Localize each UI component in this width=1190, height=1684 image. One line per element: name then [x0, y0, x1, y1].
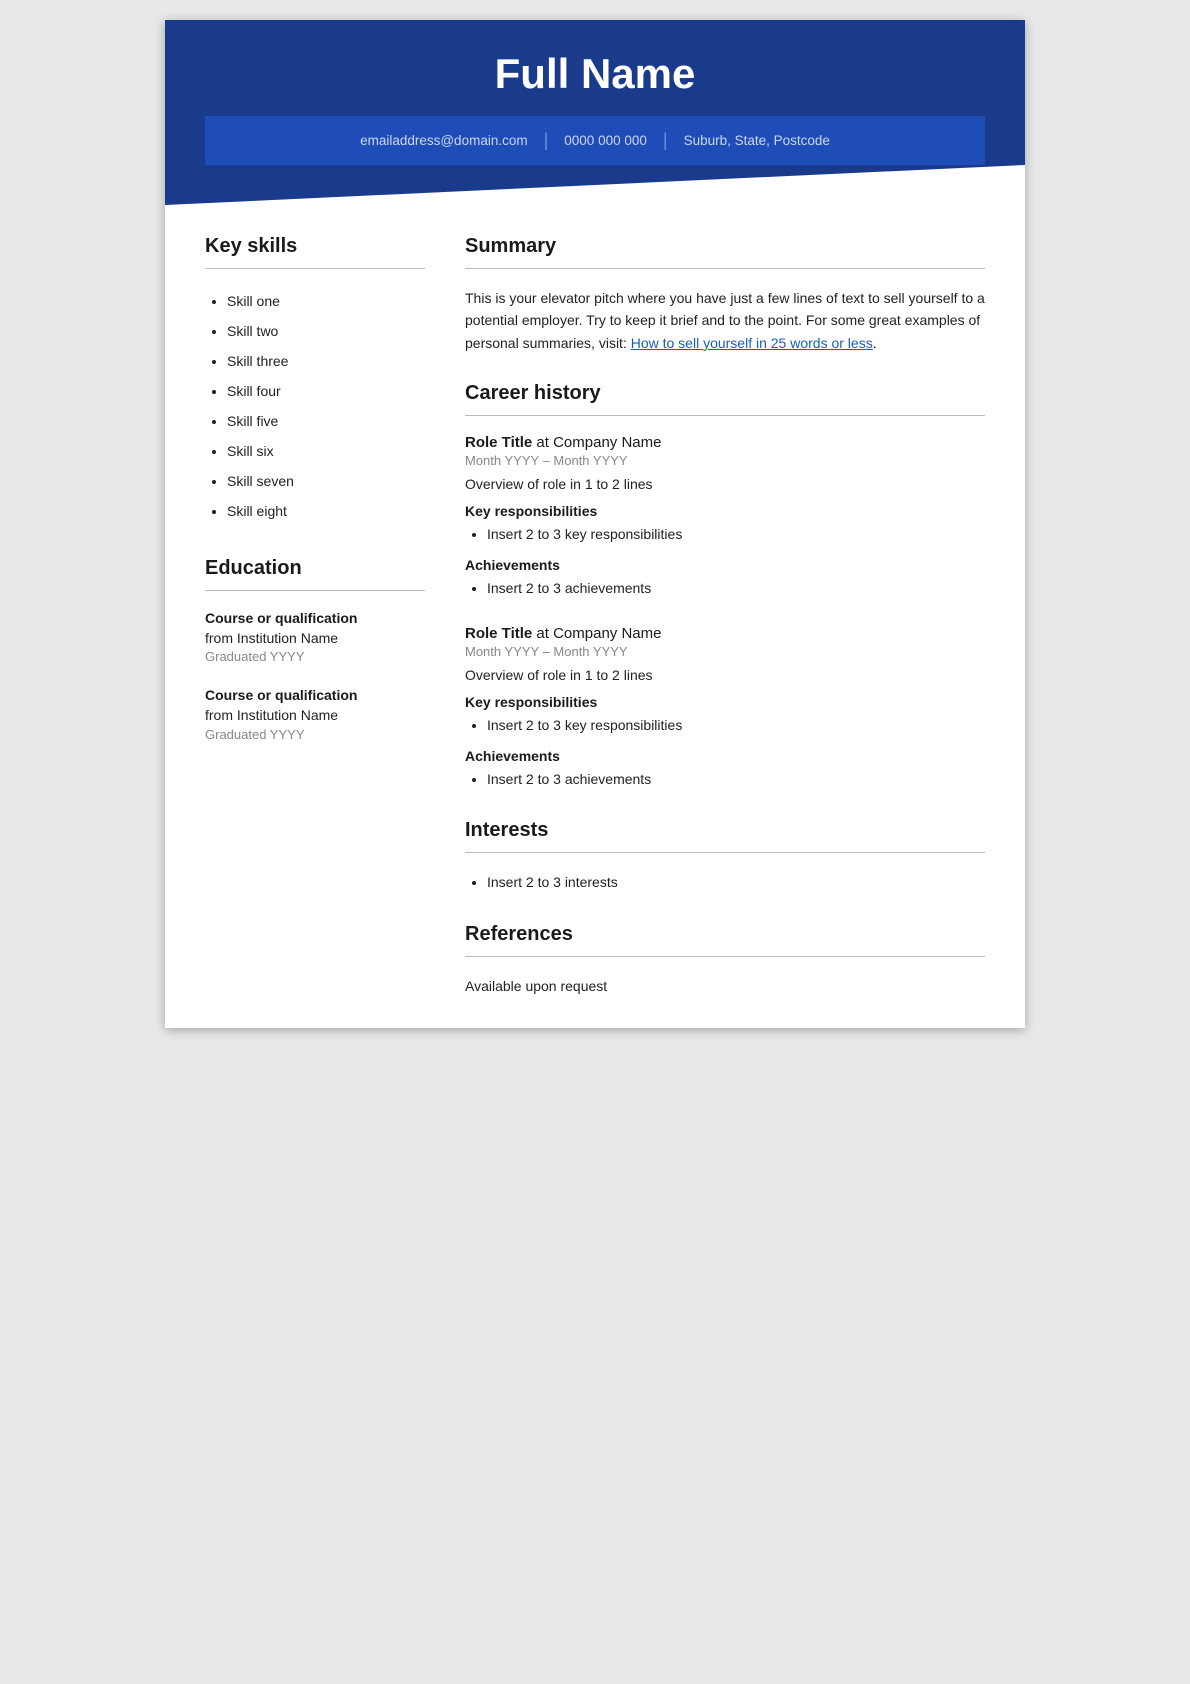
job-overview-2: Overview of role in 1 to 2 lines: [465, 665, 985, 686]
list-item: Skill two: [227, 317, 425, 345]
email: emailaddress@domain.com: [360, 133, 528, 148]
interests-list: Insert 2 to 3 interests: [465, 871, 985, 895]
list-item: Insert 2 to 3 interests: [487, 871, 985, 895]
references-text: Available upon request: [465, 975, 985, 997]
education-section: Education Course or qualification from I…: [205, 557, 425, 744]
edu-institution-2: from Institution Name: [205, 706, 425, 726]
summary-divider: [465, 268, 985, 269]
edu-institution-1: from Institution Name: [205, 629, 425, 649]
career-title: Career history: [465, 382, 985, 405]
skills-list: Skill one Skill two Skill three Skill fo…: [205, 287, 425, 525]
list-item: Insert 2 to 3 achievements: [487, 577, 985, 601]
job-achievements-list-1: Insert 2 to 3 achievements: [465, 577, 985, 601]
list-item: Skill four: [227, 377, 425, 405]
phone: 0000 000 000: [564, 133, 647, 148]
separator-2: |: [663, 130, 668, 151]
header-diagonal: [165, 165, 1025, 205]
list-item: Skill three: [227, 347, 425, 375]
job-achievements-list-2: Insert 2 to 3 achievements: [465, 768, 985, 792]
job-entry-2: Role Title at Company Name Month YYYY – …: [465, 625, 985, 792]
job-role-rest-2: at Company Name: [532, 625, 661, 642]
job-responsibilities-list-1: Insert 2 to 3 key responsibilities: [465, 523, 985, 547]
summary-section: Summary This is your elevator pitch wher…: [465, 235, 985, 354]
job-dates-2: Month YYYY – Month YYYY: [465, 644, 985, 659]
resume-document: Full Name emailaddress@domain.com | 0000…: [165, 20, 1025, 1028]
job-role-rest-1: at Company Name: [532, 434, 661, 451]
separator-1: |: [544, 130, 549, 151]
full-name: Full Name: [205, 50, 985, 98]
location: Suburb, State, Postcode: [684, 133, 830, 148]
resume-body: Key skills Skill one Skill two Skill thr…: [165, 205, 1025, 1028]
list-item: Skill seven: [227, 467, 425, 495]
edu-entry-2: Course or qualification from Institution…: [205, 686, 425, 743]
job-title-line-2: Role Title at Company Name: [465, 625, 985, 642]
list-item: Skill eight: [227, 497, 425, 525]
interests-divider: [465, 852, 985, 853]
skills-title: Key skills: [205, 235, 425, 258]
job-overview-1: Overview of role in 1 to 2 lines: [465, 474, 985, 495]
edu-entry-1: Course or qualification from Institution…: [205, 609, 425, 666]
job-responsibilities-list-2: Insert 2 to 3 key responsibilities: [465, 714, 985, 738]
job-entry-1: Role Title at Company Name Month YYYY – …: [465, 434, 985, 601]
job-dates-1: Month YYYY – Month YYYY: [465, 453, 985, 468]
contact-bar: emailaddress@domain.com | 0000 000 000 |…: [205, 116, 985, 165]
edu-course-2: Course or qualification: [205, 686, 425, 706]
job-role-bold-1: Role Title: [465, 434, 532, 451]
edu-graduated-1: Graduated YYYY: [205, 648, 425, 666]
summary-link[interactable]: How to sell yourself in 25 words or less: [631, 335, 873, 351]
summary-text: This is your elevator pitch where you ha…: [465, 287, 985, 354]
job-responsibilities-title-1: Key responsibilities: [465, 503, 985, 519]
job-achievements-title-1: Achievements: [465, 557, 985, 573]
list-item: Insert 2 to 3 achievements: [487, 768, 985, 792]
resume-header: Full Name emailaddress@domain.com | 0000…: [165, 20, 1025, 165]
career-divider: [465, 415, 985, 416]
skills-section: Key skills Skill one Skill two Skill thr…: [205, 235, 425, 525]
list-item: Insert 2 to 3 key responsibilities: [487, 523, 985, 547]
list-item: Insert 2 to 3 key responsibilities: [487, 714, 985, 738]
job-role-bold-2: Role Title: [465, 625, 532, 642]
interests-section: Interests Insert 2 to 3 interests: [465, 819, 985, 895]
list-item: Skill one: [227, 287, 425, 315]
references-section: References Available upon request: [465, 923, 985, 997]
edu-graduated-2: Graduated YYYY: [205, 726, 425, 744]
education-divider: [205, 590, 425, 591]
education-title: Education: [205, 557, 425, 580]
left-column: Key skills Skill one Skill two Skill thr…: [205, 235, 425, 998]
job-responsibilities-title-2: Key responsibilities: [465, 694, 985, 710]
right-column: Summary This is your elevator pitch wher…: [465, 235, 985, 998]
references-title: References: [465, 923, 985, 946]
edu-course-1: Course or qualification: [205, 609, 425, 629]
skills-divider: [205, 268, 425, 269]
references-divider: [465, 956, 985, 957]
job-title-line-1: Role Title at Company Name: [465, 434, 985, 451]
list-item: Skill five: [227, 407, 425, 435]
interests-title: Interests: [465, 819, 985, 842]
career-section: Career history Role Title at Company Nam…: [465, 382, 985, 791]
job-achievements-title-2: Achievements: [465, 748, 985, 764]
list-item: Skill six: [227, 437, 425, 465]
summary-title: Summary: [465, 235, 985, 258]
